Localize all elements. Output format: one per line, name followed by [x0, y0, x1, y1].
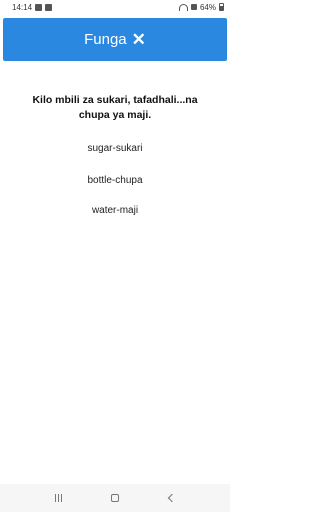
wifi-icon	[178, 3, 188, 11]
recents-icon[interactable]	[54, 494, 62, 502]
image-notification-icon	[35, 3, 43, 11]
close-icon: ✕	[131, 30, 146, 49]
signal-icon	[190, 4, 197, 10]
back-icon[interactable]	[167, 493, 177, 503]
phrase-content: Kilo mbili za sukari, tafadhali...na chu…	[0, 93, 230, 123]
word-pair: bottle-chupa	[87, 175, 143, 186]
status-right: 64%	[178, 2, 224, 12]
word-pair: sugar-sukari	[87, 143, 143, 154]
battery-percent: 64%	[199, 2, 216, 12]
home-icon[interactable]	[111, 494, 120, 502]
status-bar: 14:14 64%	[0, 0, 230, 14]
status-left: 14:14	[12, 2, 53, 12]
check-notification-icon	[45, 3, 53, 11]
phrase-prompt: Kilo mbili za sukari, tafadhali...na chu…	[32, 94, 198, 121]
word-pair: water-maji	[91, 205, 139, 216]
navigation-bar	[0, 484, 230, 512]
status-time: 14:14	[12, 2, 33, 12]
battery-icon	[219, 3, 224, 11]
close-button[interactable]: Funga ✕	[3, 18, 227, 61]
close-button-label: Funga	[84, 31, 127, 48]
